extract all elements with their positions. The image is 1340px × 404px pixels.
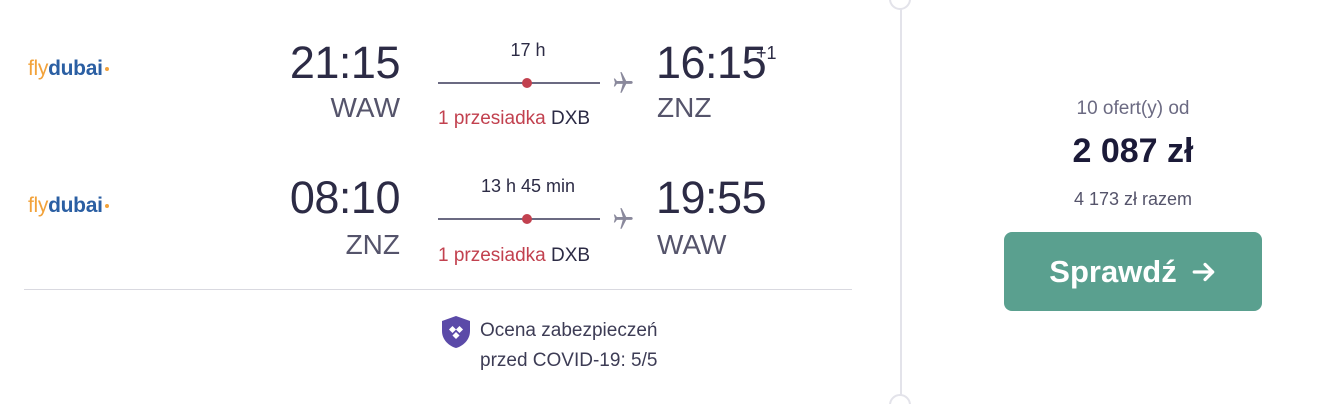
airline-logo-outbound: flydubai [28,58,109,79]
inbound-stop-dot [522,214,532,224]
inbound-stops: 1 przesiadka DXB [438,245,590,267]
inbound-depart-airport: ZNZ [345,229,400,260]
inbound-stop-airport: DXB [551,245,591,266]
outbound-route-line [438,82,600,84]
outbound-stops-count: 1 przesiadka [438,108,546,129]
outbound-stop-dot [522,78,532,88]
outbound-depart-time: 21:15 [289,37,401,88]
inbound-arrive-airport: WAW [657,229,727,260]
section-divider [24,289,852,290]
ticket-separator [900,0,902,404]
outbound-depart-airport: WAW [330,92,400,123]
plane-icon [613,72,633,93]
covid-line-1: Ocena zabezpieczeń [480,320,658,341]
price-amount: 2 087 zł [1072,132,1194,170]
outbound-stop-airport: DXB [551,108,591,129]
outbound-stops: 1 przesiadka DXB [438,108,590,130]
logo-text-dubai: dubai [48,57,103,80]
arrow-right-icon [1192,262,1215,281]
inbound-route-line [438,218,600,220]
outbound-duration: 17 h [510,40,546,60]
inbound-duration: 13 h 45 min [480,176,576,196]
logo-text-fly: fly [28,57,49,80]
ticket-punch-bottom [889,394,911,404]
inbound-depart-time: 08:10 [289,172,401,223]
plane-icon [613,208,633,229]
covid-line-2: przed COVID-19: 5/5 [480,350,658,371]
ticket-punch-top [889,0,911,10]
logo-text-dubai: dubai [48,194,103,217]
logo-dot [104,67,109,71]
covid-safety-rating: Ocena zabezpieczeń przed COVID-19: 5/5 [480,316,657,376]
outbound-day-offset: +1 [756,43,777,63]
airline-logo-inbound: flydubai [28,195,109,216]
logo-text-fly: fly [28,194,49,217]
outbound-arrive-airport: ZNZ [657,92,712,123]
price-total: 4 173 zł razem [1073,189,1193,209]
check-button[interactable]: Sprawdź [1004,232,1262,311]
inbound-arrive-time: 19:55 [656,172,767,223]
offers-count: 10 ofert(y) od [1076,98,1190,119]
flight-result-card[interactable]: flydubai 21:15 WAW 17 h 1 przesiadka DXB… [0,0,1340,404]
logo-dot [104,204,109,208]
inbound-stops-count: 1 przesiadka [438,245,546,266]
check-button-label: Sprawdź [1049,253,1177,289]
shield-icon [442,316,470,348]
outbound-arrive-time: 16:15 [656,37,767,88]
